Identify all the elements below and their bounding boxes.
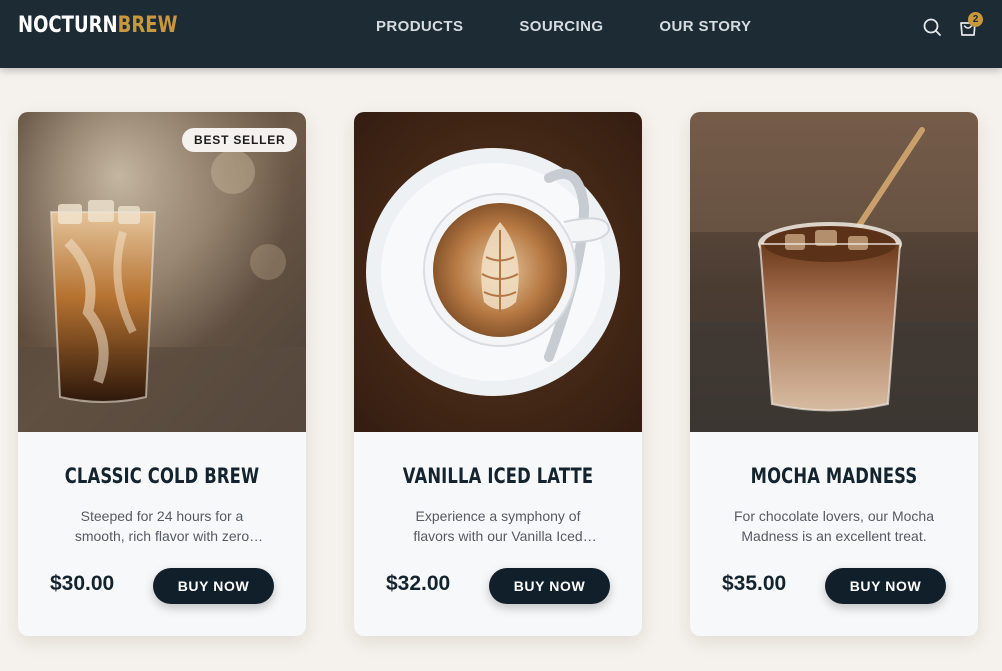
site-header: NOCTURNBREW PRODUCTS SOURCING OUR STORY … [0,0,1002,68]
main-nav: PRODUCTS SOURCING OUR STORY [376,18,751,38]
search-button[interactable] [921,16,943,38]
product-card[interactable]: VANILLA ICED LATTE Experience a symphony… [354,112,642,636]
nav-sourcing[interactable]: SOURCING [519,18,603,38]
product-title: CLASSIC COLD BREW [64,464,260,488]
iced-coffee-glass-image [18,112,306,432]
iced-mocha-cup-image [690,112,978,432]
cart-button[interactable]: 2 [957,12,983,38]
nav-products[interactable]: PRODUCTS [376,18,463,38]
brand-name-part2: BREW [117,13,178,38]
buy-now-button[interactable]: BUY NOW [825,568,946,604]
product-card[interactable]: BEST SELLER CLASSIC COLD BREW Steeped fo… [18,112,306,636]
brand-name-part1: NOCTURN [18,13,118,38]
product-price: $30.00 [50,572,115,595]
product-description: Experience a symphony of flavors with ou… [413,508,583,544]
latte-art-cup-image [354,112,642,432]
brand-logo[interactable]: NOCTURNBREW [18,13,177,39]
nav-our-story[interactable]: OUR STORY [659,18,751,38]
product-price: $32.00 [386,572,451,595]
product-description: For chocolate lovers, our Mocha Madness … [734,508,934,544]
cart-count-badge: 2 [968,12,983,27]
search-icon [923,18,941,36]
product-description: Steeped for 24 hours for a smooth, rich … [74,508,250,544]
buy-now-button[interactable]: BUY NOW [489,568,610,604]
product-title: VANILLA ICED LATTE [402,464,594,488]
best-seller-badge: BEST SELLER [182,128,298,152]
product-card[interactable]: MOCHA MADNESS For chocolate lovers, our … [690,112,978,636]
product-title: MOCHA MADNESS [750,464,918,488]
product-price: $35.00 [722,572,787,595]
buy-now-button[interactable]: BUY NOW [153,568,274,604]
